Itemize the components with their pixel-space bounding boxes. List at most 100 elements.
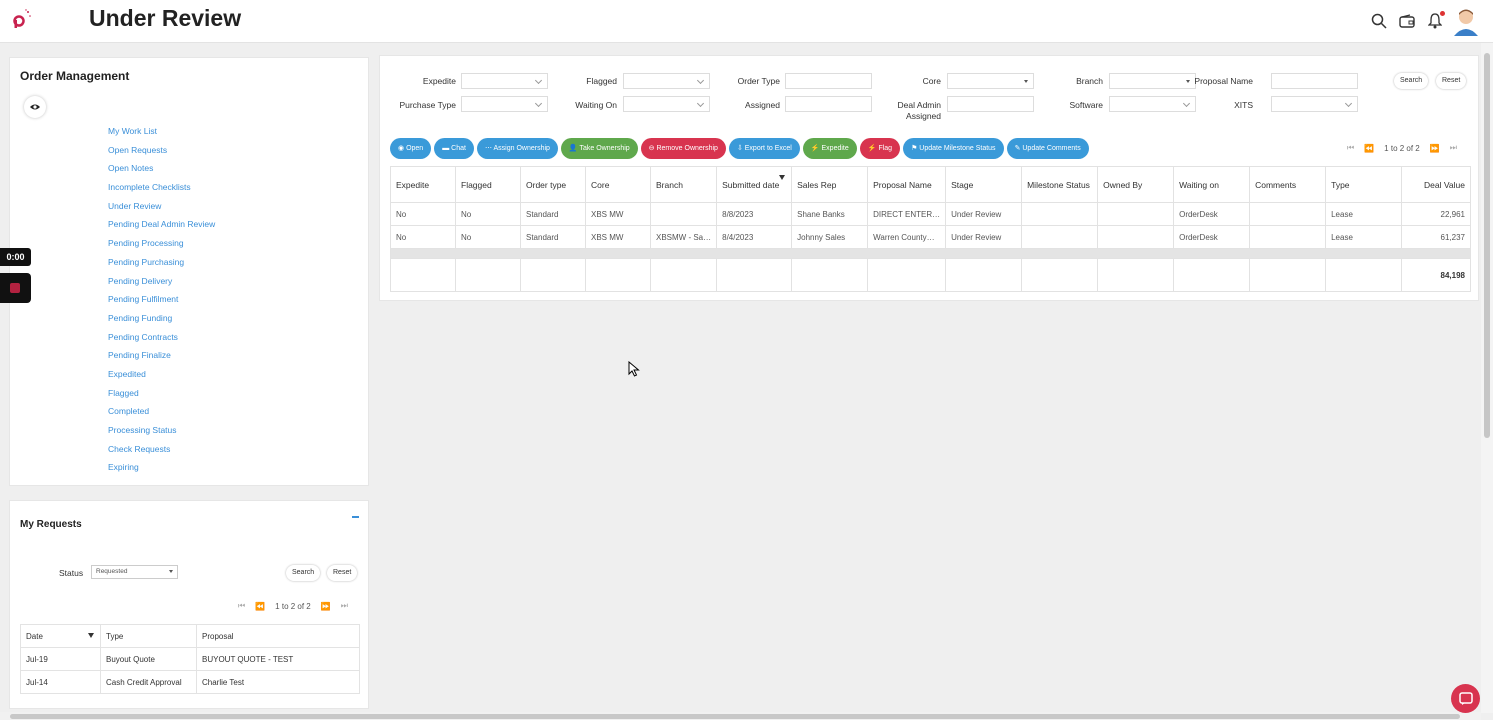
filter-purchase-type-select[interactable] [461, 96, 548, 112]
prev-page-icon[interactable]: ⏪ [255, 602, 265, 611]
nav-item-expedited[interactable]: Expedited [108, 368, 215, 387]
last-page-icon[interactable]: ⏭ [1450, 143, 1457, 153]
requests-reset-button[interactable]: Reset [327, 565, 358, 581]
my-requests-panel: My Requests Status Requested Search Rese… [9, 500, 369, 709]
requests-search-button[interactable]: Search [286, 565, 321, 581]
col-stage[interactable]: Stage [945, 166, 1023, 203]
nav-item-pending-purchasing[interactable]: Pending Purchasing [108, 256, 215, 275]
app-logo[interactable] [11, 8, 33, 30]
filter-flagged-select[interactable] [623, 73, 710, 89]
update-milestone-status-button[interactable]: ⚑ Update Milestone Status [903, 138, 1004, 159]
nav-item-expiring[interactable]: Expiring [108, 461, 215, 480]
collapse-icon[interactable] [352, 516, 359, 518]
col-order-type[interactable]: Order type [520, 166, 586, 203]
expedite-button[interactable]: ⚡ Expedite [802, 138, 857, 159]
take-ownership-button[interactable]: 👤 Take Ownership [560, 138, 638, 159]
col-owned-by[interactable]: Owned By [1097, 166, 1175, 203]
assign-ownership-button[interactable]: ⋯ Assign Ownership [476, 138, 558, 159]
filter-order-type-input[interactable] [785, 73, 872, 89]
next-page-icon[interactable]: ⏩ [1430, 144, 1440, 153]
table-row[interactable]: Jul-19 Buyout Quote BUYOUT QUOTE - TEST [20, 647, 360, 671]
nav-item-processing-status[interactable]: Processing Status [108, 424, 215, 443]
nav-item-pending-finalize[interactable]: Pending Finalize [108, 349, 215, 368]
vertical-scrollbar-thumb[interactable] [1484, 53, 1490, 438]
page-title: Under Review [89, 5, 242, 31]
notification-bell-icon[interactable] [1425, 11, 1445, 31]
wallet-icon[interactable] [1397, 11, 1417, 31]
table-row[interactable]: Jul-14 Cash Credit Approval Charlie Test [20, 670, 360, 694]
col-type[interactable]: Type [1325, 166, 1403, 203]
eye-icon[interactable] [24, 96, 46, 118]
search-icon[interactable] [1369, 11, 1389, 31]
vertical-scrollbar[interactable] [1481, 43, 1493, 713]
export-to-excel-button[interactable]: ⇩ Export to Excel [728, 138, 800, 159]
filter-waiting-on-select[interactable] [623, 96, 710, 112]
chat-bubble-icon [1458, 691, 1473, 705]
col-core[interactable]: Core [585, 166, 651, 203]
table-row[interactable]: No No Standard XBS MW XBSMW - Sa… 8/4/20… [390, 225, 1471, 249]
col-type[interactable]: Type [100, 624, 197, 648]
col-comments[interactable]: Comments [1249, 166, 1327, 203]
col-proposal-name[interactable]: Proposal Name [867, 166, 947, 203]
nav-item-pending-funding[interactable]: Pending Funding [108, 312, 215, 331]
nav-item-pending-contracts[interactable]: Pending Contracts [108, 331, 215, 350]
filter-search-button[interactable]: Search [1394, 73, 1429, 89]
first-page-icon[interactable]: ⏮ [238, 601, 245, 611]
col-milestone-status[interactable]: Milestone Status [1021, 166, 1099, 203]
col-sales-rep[interactable]: Sales Rep [791, 166, 869, 203]
filter-deal-admin-input[interactable] [947, 96, 1034, 112]
nav-item-flagged[interactable]: Flagged [108, 387, 215, 406]
table-row[interactable]: No No Standard XBS MW 8/8/2023 Shane Ban… [390, 202, 1471, 226]
filter-assigned-input[interactable] [785, 96, 872, 112]
next-page-icon[interactable]: ⏩ [321, 602, 331, 611]
chat-button[interactable]: ▬ Chat [434, 138, 474, 159]
cell-branch: XBSMW - Sa… [649, 225, 718, 249]
filter-core-label: Core [922, 76, 941, 86]
order-management-title: Order Management [20, 69, 130, 83]
nav-item-completed[interactable]: Completed [108, 405, 215, 424]
cell-sales-rep: Shane Banks [791, 202, 869, 226]
status-select[interactable]: Requested [91, 565, 178, 579]
col-expedite[interactable]: Expedite [390, 166, 456, 203]
nav-item-pending-deal-admin-review[interactable]: Pending Deal Admin Review [108, 218, 215, 237]
nav-item-my-work-list[interactable]: My Work List [108, 125, 215, 144]
stop-icon [10, 283, 20, 293]
update-comments-button[interactable]: ✎ Update Comments [1006, 138, 1089, 159]
user-avatar[interactable] [1453, 6, 1479, 36]
filter-proposal-name-input[interactable] [1271, 73, 1358, 89]
chat-launcher-button[interactable] [1451, 684, 1480, 713]
filter-reset-button[interactable]: Reset [1436, 73, 1467, 89]
remove-ownership-button[interactable]: ⊖ Remove Ownership [640, 138, 726, 159]
action-toolbar: ◉ Open ▬ Chat ⋯ Assign Ownership 👤 Take … [390, 138, 1089, 159]
filter-xits-select[interactable] [1271, 96, 1358, 112]
nav-item-pending-delivery[interactable]: Pending Delivery [108, 275, 215, 294]
col-submitted-date[interactable]: Submitted date [716, 166, 793, 203]
col-proposal[interactable]: Proposal [196, 624, 360, 648]
nav-item-pending-fulfilment[interactable]: Pending Fulfilment [108, 293, 215, 312]
table-scroll-strip[interactable] [390, 248, 1471, 259]
horizontal-scrollbar-thumb[interactable] [10, 714, 1460, 719]
orders-table: Expedite Flagged Order type Core Branch … [390, 166, 1471, 292]
stop-recording-button[interactable] [0, 273, 31, 303]
cell-milestone-status [1021, 202, 1099, 226]
prev-page-icon[interactable]: ⏪ [1364, 144, 1374, 153]
open-button[interactable]: ◉ Open [390, 138, 432, 159]
col-waiting-on[interactable]: Waiting on [1173, 166, 1251, 203]
col-branch[interactable]: Branch [649, 166, 718, 203]
filter-core-select[interactable] [947, 73, 1034, 89]
col-flagged[interactable]: Flagged [455, 166, 521, 203]
cell-type: Lease [1325, 225, 1403, 249]
nav-item-open-requests[interactable]: Open Requests [108, 144, 215, 163]
flag-button[interactable]: ⚡ Flag [859, 138, 901, 159]
last-page-icon[interactable]: ⏭ [341, 601, 348, 611]
first-page-icon[interactable]: ⏮ [1347, 143, 1354, 153]
nav-item-incomplete-checklists[interactable]: Incomplete Checklists [108, 181, 215, 200]
nav-item-under-review[interactable]: Under Review [108, 200, 215, 219]
col-deal-value[interactable]: Deal Value [1401, 166, 1471, 203]
nav-item-open-notes[interactable]: Open Notes [108, 162, 215, 181]
horizontal-scrollbar[interactable] [0, 712, 1481, 720]
nav-item-check-requests[interactable]: Check Requests [108, 443, 215, 462]
nav-item-pending-processing[interactable]: Pending Processing [108, 237, 215, 256]
filter-expedite-select[interactable] [461, 73, 548, 89]
col-date[interactable]: Date [20, 624, 101, 648]
